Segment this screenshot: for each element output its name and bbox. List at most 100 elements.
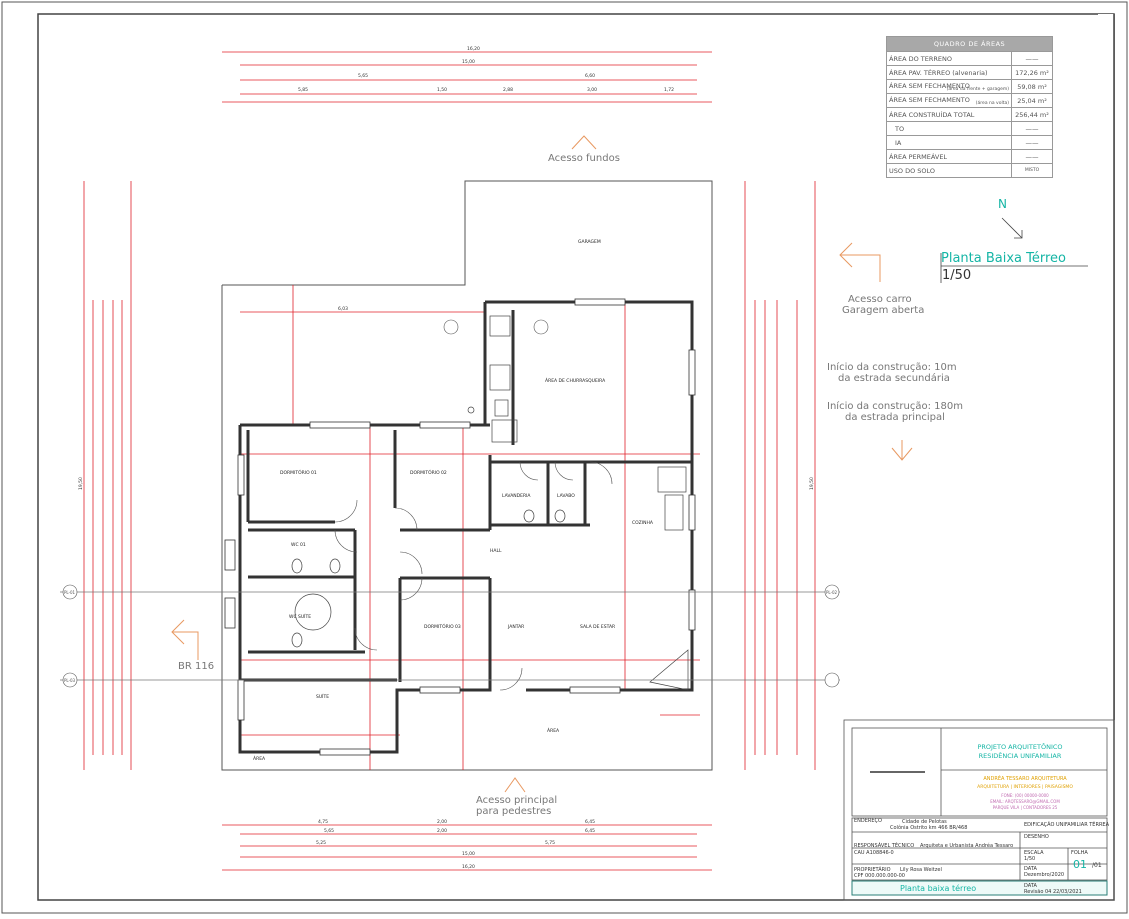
quadro-row: ÁREA SEM FECHAMENTO (área na volta) 25,04 … bbox=[886, 93, 1053, 108]
dim-bot-4b: 5,75 bbox=[545, 840, 555, 846]
quadro-value: 172,26 m² bbox=[1011, 65, 1053, 80]
dim-bot-5b: 2,00 bbox=[437, 819, 447, 825]
level-label-1: PL-01 bbox=[64, 590, 76, 595]
quadro-label: ÁREA CONSTRUÍDA TOTAL bbox=[886, 107, 1012, 122]
tb-endereco-label: ENDEREÇO bbox=[854, 818, 882, 824]
dim-top-1: 16,20 bbox=[467, 46, 480, 52]
dim-bot-4a: 5,25 bbox=[316, 840, 326, 846]
quadro-row: ÁREA CONSTRUÍDA TOTAL 256,44 m² bbox=[886, 107, 1053, 122]
note-secundaria-line1: Início da construção: 10m bbox=[827, 361, 957, 373]
dim-bot-1: 16,20 bbox=[462, 864, 475, 870]
dim-left-total: 19,50 bbox=[78, 477, 84, 490]
dim-top-2: 15,00 bbox=[462, 59, 475, 65]
quadro-label-cell: ÁREA SEM FECHAMENTO (área na volta) bbox=[886, 93, 1012, 108]
walls bbox=[238, 300, 694, 754]
room-suite: SUÍTE bbox=[316, 693, 329, 700]
north-label: N bbox=[998, 197, 1007, 211]
section-lines bbox=[60, 591, 840, 681]
tb-edificacao: EDIFICAÇÃO UNIFAMILIAR TÉRREA bbox=[1024, 822, 1109, 828]
quadro-label: ÁREA DO TERRENO bbox=[886, 51, 1012, 66]
dim-bot-3c: 6,45 bbox=[585, 828, 595, 834]
dim-bot-5a: 4,75 bbox=[318, 819, 328, 825]
room-lavanderia: LAVANDERIA bbox=[502, 493, 531, 499]
tb-rev-value: Revisão 04 22/03/2021 bbox=[1024, 889, 1082, 895]
dim-top-4d: 3,00 bbox=[587, 87, 597, 93]
tb-sheet-name: Planta baixa térreo bbox=[900, 884, 977, 893]
note-secundaria-line2: da estrada secundária bbox=[838, 372, 950, 384]
room-lavabo: LAVABO bbox=[557, 493, 575, 499]
side-dimensions bbox=[83, 181, 816, 770]
tb-email: EMAIL: ARQTESSARO@GMAIL.COM bbox=[990, 799, 1060, 804]
tb-project-line2: RESIDÊNCIA UNIFAMILIAR bbox=[978, 752, 1062, 760]
quadro-row: ÁREA PERMEÁVEL —— bbox=[886, 149, 1053, 164]
quadro-row: ÁREA SEM FECHAMENTO (área da frente + gar… bbox=[886, 79, 1053, 94]
tb-folha-total: /01 bbox=[1092, 862, 1102, 869]
dim-bot-3a: 5,65 bbox=[324, 828, 334, 834]
tb-data-value: Dezembro/2020 bbox=[1024, 872, 1065, 878]
tb-resp-value: Arquiteta e Urbanista Andréa Tessaro bbox=[920, 843, 1014, 849]
quadro-value: 25,04 m² bbox=[1011, 93, 1053, 108]
tb-office: ANDRÉA TESSARO ARQUITETURA bbox=[983, 776, 1067, 782]
quadro-value: —— bbox=[1011, 135, 1053, 150]
tb-prop-value: Lily Rosa Weitzel bbox=[900, 867, 942, 873]
dim-bot-2: 15,00 bbox=[462, 851, 475, 857]
room-dorm2: DORMITÓRIO 02 bbox=[410, 469, 447, 476]
room-dorm1: DORMITÓRIO 01 bbox=[280, 469, 317, 476]
access-arrows bbox=[171, 135, 913, 793]
note-principal-line2: da estrada principal bbox=[845, 412, 945, 423]
quadro-label: ÁREA PERMEÁVEL bbox=[886, 149, 1012, 164]
level-label-2: PL-02 bbox=[826, 590, 838, 595]
dim-top-3b: 6,60 bbox=[585, 73, 595, 79]
windows bbox=[224, 298, 696, 756]
bottom-dimensions bbox=[222, 824, 712, 871]
access-garagem-line2: Garagem aberta bbox=[842, 305, 924, 316]
access-fundos-label: Acesso fundos bbox=[548, 153, 620, 164]
quadro-value: —— bbox=[1011, 51, 1053, 66]
tb-resp-label: RESPONSÁVEL TÉCNICO bbox=[854, 843, 915, 849]
quadro-row: ÁREA PAV. TÉRREO (alvenaria) 172,26 m² bbox=[886, 65, 1053, 80]
dim-bot-5c: 6,45 bbox=[585, 819, 595, 825]
room-garagem: GARAGEM bbox=[578, 239, 601, 245]
tb-folha-value: 01 bbox=[1073, 858, 1087, 871]
tb-phone: FONE: (00) 00000-0000 bbox=[1001, 793, 1049, 798]
tb-folha-label: FOLHA bbox=[1071, 850, 1088, 856]
dim-bot-3b: 2,00 bbox=[437, 828, 447, 834]
drawing-title: Planta Baixa Térreo bbox=[941, 251, 1066, 266]
room-sala: SALA DE ESTAR bbox=[580, 624, 615, 630]
quadro-value: 256,44 m² bbox=[1011, 107, 1053, 122]
quadro-label: ÁREA SEM FECHAMENTO bbox=[889, 95, 970, 104]
quadro-label: ÁREA PAV. TÉRREO (alvenaria) bbox=[886, 65, 1012, 80]
dim-top-area: 6,03 bbox=[338, 306, 348, 312]
quadro-label: TO bbox=[886, 121, 1012, 136]
quadro-value: —— bbox=[1011, 149, 1053, 164]
room-area-churras: ÁREA DE CHURRASQUEIRA bbox=[545, 377, 606, 384]
access-principal-line2: para pedestres bbox=[476, 806, 551, 817]
level-label-3: PL-03 bbox=[64, 678, 76, 683]
drawing-sheet: 16,20 15,00 5,65 6,60 5,85 1,50 2,88 3,0… bbox=[0, 0, 1129, 915]
room-area-frente: ÁREA bbox=[547, 727, 560, 734]
tb-services: ARQUITETURA | INTERIORES | PAISAGISMO bbox=[977, 785, 1073, 790]
room-wc01: WC 01 bbox=[291, 542, 306, 548]
quadro-value: —— bbox=[1011, 121, 1053, 136]
tb-endereco-l2: Colônia Ostrito km 466 BR/468 bbox=[890, 825, 968, 831]
quadro-row: ÁREA DO TERRENO —— bbox=[886, 51, 1053, 66]
room-hall: HALL bbox=[490, 548, 502, 554]
note-principal-line1: Início da construção: 180m bbox=[827, 400, 963, 412]
dim-top-4c: 2,88 bbox=[503, 87, 513, 93]
tb-cau: CAU A108846-0 bbox=[854, 850, 894, 856]
tb-escala-value: 1/50 bbox=[1024, 856, 1036, 862]
dim-top-3a: 5,65 bbox=[358, 73, 368, 79]
dim-right-total: 19,50 bbox=[809, 477, 815, 490]
access-garagem-line1: Acesso carro bbox=[848, 294, 912, 305]
access-principal-line1: Acesso principal bbox=[476, 795, 557, 806]
dim-top-4e: 1,72 bbox=[664, 87, 674, 93]
room-wc-suite: WC SUÍTE bbox=[289, 613, 311, 620]
room-area-lateral: ÁREA bbox=[253, 755, 266, 762]
quadro-label: IA bbox=[886, 135, 1012, 150]
tb-office-address: PARQUE VILA | CONTADORES 25 bbox=[992, 805, 1058, 810]
north-arrow-icon bbox=[1001, 217, 1023, 239]
tb-cpf: CPF 000.000.000-00 bbox=[854, 873, 905, 879]
room-cozinha: COZINHA bbox=[632, 520, 654, 526]
quadro-row: USO DO SOLO MISTO bbox=[886, 163, 1053, 178]
quadro-row: TO —— bbox=[886, 121, 1053, 136]
